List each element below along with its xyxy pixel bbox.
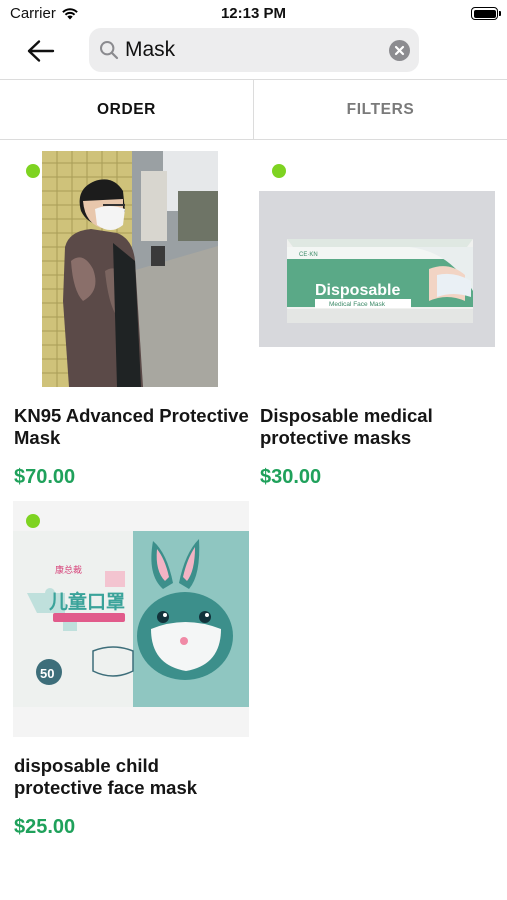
product-name: disposable child protective face mask [14, 755, 198, 798]
svg-text:CE·KN: CE·KN [299, 252, 318, 258]
filters-tab[interactable]: FILTERS [254, 80, 507, 139]
product-card[interactable]: 康总裁 儿童口罩 50 disposable child protective … [13, 501, 249, 841]
box-title: Disposable [315, 282, 400, 299]
in-stock-dot [26, 164, 40, 178]
close-icon [394, 45, 405, 56]
status-bar: Carrier 12:13 PM [0, 0, 507, 28]
box-subtitle: Medical Face Mask [329, 301, 386, 308]
sort-filter-bar: ORDER FILTERS [0, 80, 507, 139]
box-title: 儿童口罩 [48, 590, 125, 613]
product-photo-child-mask-box: 康总裁 儿童口罩 50 [13, 501, 249, 737]
search-bar[interactable] [89, 28, 419, 72]
back-arrow-button[interactable] [25, 36, 59, 66]
brand-text: 康总裁 [55, 564, 82, 576]
divider [0, 139, 507, 140]
back-arrow-icon [27, 40, 55, 62]
product-price: $70.00 [14, 466, 76, 488]
search-input[interactable] [125, 28, 375, 72]
in-stock-dot [272, 164, 286, 178]
product-photo-person-mask [13, 151, 249, 387]
product-card[interactable]: CE·KN Disposable Medical Face Mask Dispo… [259, 151, 495, 491]
product-image [13, 151, 249, 387]
product-name: Disposable medical protective masks [260, 405, 433, 448]
order-tab[interactable]: ORDER [0, 80, 254, 139]
product-photo-mask-box: CE·KN Disposable Medical Face Mask [259, 151, 495, 387]
mask-count: 50 [40, 666, 54, 681]
in-stock-dot [26, 514, 40, 528]
product-price: $25.00 [14, 816, 76, 838]
status-time: 12:13 PM [220, 5, 287, 22]
product-image: CE·KN Disposable Medical Face Mask [259, 151, 495, 387]
product-price: $30.00 [260, 466, 322, 488]
product-name: KN95 Advanced Protective Mask [14, 405, 249, 448]
product-image: 康总裁 儿童口罩 50 [13, 501, 249, 737]
clear-search-button[interactable] [389, 40, 410, 61]
product-card[interactable]: KN95 Advanced Protective Mask $70.00 [13, 151, 249, 491]
battery-icon [471, 7, 501, 20]
search-icon [100, 41, 119, 60]
